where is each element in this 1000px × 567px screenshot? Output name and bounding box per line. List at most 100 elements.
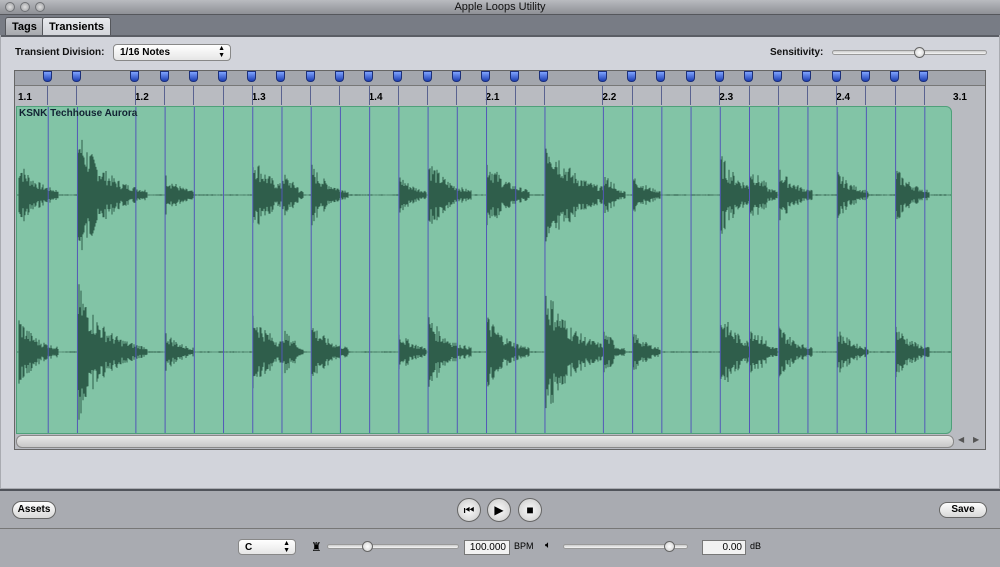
- transient-line: [397, 86, 399, 105]
- transient-marker[interactable]: [744, 71, 753, 82]
- transient-marker[interactable]: [831, 71, 841, 82]
- stop-icon: ■: [526, 503, 534, 517]
- transient-marker[interactable]: [510, 71, 520, 82]
- transient-line: [602, 86, 604, 105]
- transient-line: [806, 86, 808, 105]
- transient-line: [193, 86, 195, 105]
- transient-division-value: 1/16 Notes: [120, 47, 171, 58]
- rewind-to-start-icon: ⏮: [463, 503, 475, 517]
- transient-marker[interactable]: [393, 71, 403, 82]
- ruler-label: 2.3: [719, 92, 734, 103]
- speaker-icon: 🔈︎: [545, 540, 551, 551]
- close-button[interactable]: [5, 2, 15, 12]
- transient-marker[interactable]: [451, 71, 461, 82]
- transient-line: [368, 86, 370, 105]
- window-title: Apple Loops Utility: [454, 1, 546, 13]
- waveform-channel: [17, 139, 951, 251]
- assets-button[interactable]: Assets: [12, 501, 56, 519]
- transient-marker[interactable]: [247, 71, 257, 82]
- metronome-icon: ♜: [311, 540, 322, 554]
- ruler-label: 1.1: [18, 92, 32, 103]
- transient-line: [865, 86, 867, 105]
- transient-marker[interactable]: [860, 71, 870, 82]
- sensitivity-slider[interactable]: [832, 50, 987, 55]
- zoom-button[interactable]: [35, 2, 45, 12]
- tempo-slider-knob[interactable]: [361, 541, 373, 552]
- transient-marker[interactable]: [802, 71, 812, 82]
- transient-division-select[interactable]: 1/16 Notes ▲ ▼: [113, 44, 231, 61]
- waveform: [17, 107, 951, 433]
- transient-marker[interactable]: [890, 71, 900, 82]
- stop-button[interactable]: ■: [518, 498, 542, 522]
- transient-marker[interactable]: [656, 71, 666, 82]
- ruler-label: 3.1: [953, 92, 967, 103]
- transient-marker[interactable]: [714, 71, 724, 82]
- rewind-button[interactable]: ⏮: [457, 498, 481, 522]
- tab-transients[interactable]: Transients: [42, 17, 112, 35]
- transient-line: [164, 86, 166, 105]
- transient-marker[interactable]: [919, 71, 929, 82]
- transient-line: [748, 86, 750, 105]
- transient-line: [310, 86, 312, 105]
- transient-marker[interactable]: [481, 71, 491, 82]
- transient-marker[interactable]: [627, 71, 637, 82]
- transient-line: [660, 86, 662, 105]
- transient-line: [836, 86, 838, 105]
- transient-division-label: Transient Division:: [15, 47, 105, 58]
- transient-line: [76, 86, 78, 105]
- tempo-slider[interactable]: [327, 544, 459, 549]
- transient-line: [251, 86, 253, 105]
- transient-line: [47, 86, 49, 105]
- transient-line: [222, 86, 224, 105]
- play-icon: ▶: [494, 503, 504, 517]
- volume-slider-knob[interactable]: [664, 541, 676, 552]
- popup-arrows-icon: ▲ ▼: [218, 45, 225, 59]
- transient-marker[interactable]: [334, 71, 344, 82]
- horizontal-scrollbar[interactable]: [16, 435, 954, 448]
- waveform-channel: [17, 284, 951, 420]
- transient-line: [339, 86, 341, 105]
- minimize-button[interactable]: [20, 2, 30, 12]
- tab-tags[interactable]: Tags: [5, 17, 44, 35]
- transient-line: [923, 86, 925, 105]
- transient-marker[interactable]: [305, 71, 315, 82]
- transient-marker[interactable]: [188, 71, 198, 82]
- tempo-unit: BPM: [514, 541, 534, 551]
- audio-region[interactable]: KSNK Techhouse Aurora: [16, 106, 952, 434]
- transient-marker[interactable]: [364, 71, 374, 82]
- transient-line: [427, 86, 429, 105]
- transient-marker[interactable]: [42, 71, 52, 82]
- tab-bar: Tags Transients: [0, 15, 1000, 35]
- transient-marker[interactable]: [218, 71, 228, 82]
- transient-marker[interactable]: [130, 71, 140, 82]
- transient-marker-bar[interactable]: [15, 71, 985, 86]
- sensitivity-label: Sensitivity:: [770, 47, 824, 58]
- save-button[interactable]: Save: [939, 502, 987, 518]
- transient-line: [894, 86, 896, 105]
- key-value: C: [245, 542, 253, 553]
- transient-marker[interactable]: [773, 71, 783, 82]
- scroll-left-icon[interactable]: ◀: [958, 435, 964, 444]
- play-button[interactable]: ▶: [487, 498, 511, 522]
- waveform-editor: 1.1 1.2 1.3 1.4 2.1 2.2 2.3 2.4 3.1 KSNK Techhou…: [14, 70, 986, 450]
- transient-marker[interactable]: [539, 71, 549, 82]
- popup-arrows-icon: ▲ ▼: [283, 540, 290, 554]
- transient-line: [631, 86, 633, 105]
- transient-line: [456, 86, 458, 105]
- transient-marker[interactable]: [276, 71, 286, 82]
- title-bar: Apple Loops Utility: [0, 0, 1000, 15]
- volume-field[interactable]: 0.00: [702, 540, 746, 555]
- transient-line: [485, 86, 487, 105]
- transient-marker[interactable]: [685, 71, 695, 82]
- transient-marker[interactable]: [597, 71, 607, 82]
- scroll-right-icon[interactable]: ▶: [973, 435, 979, 444]
- transient-line: [543, 86, 545, 105]
- transient-marker[interactable]: [159, 71, 169, 82]
- key-select[interactable]: C ▲ ▼: [238, 539, 296, 555]
- divider: [0, 528, 1000, 529]
- transient-line: [719, 86, 721, 105]
- transient-marker[interactable]: [71, 71, 81, 82]
- transient-marker[interactable]: [422, 71, 432, 82]
- sensitivity-slider-knob[interactable]: [913, 47, 925, 58]
- tempo-field[interactable]: 100.000: [464, 540, 510, 555]
